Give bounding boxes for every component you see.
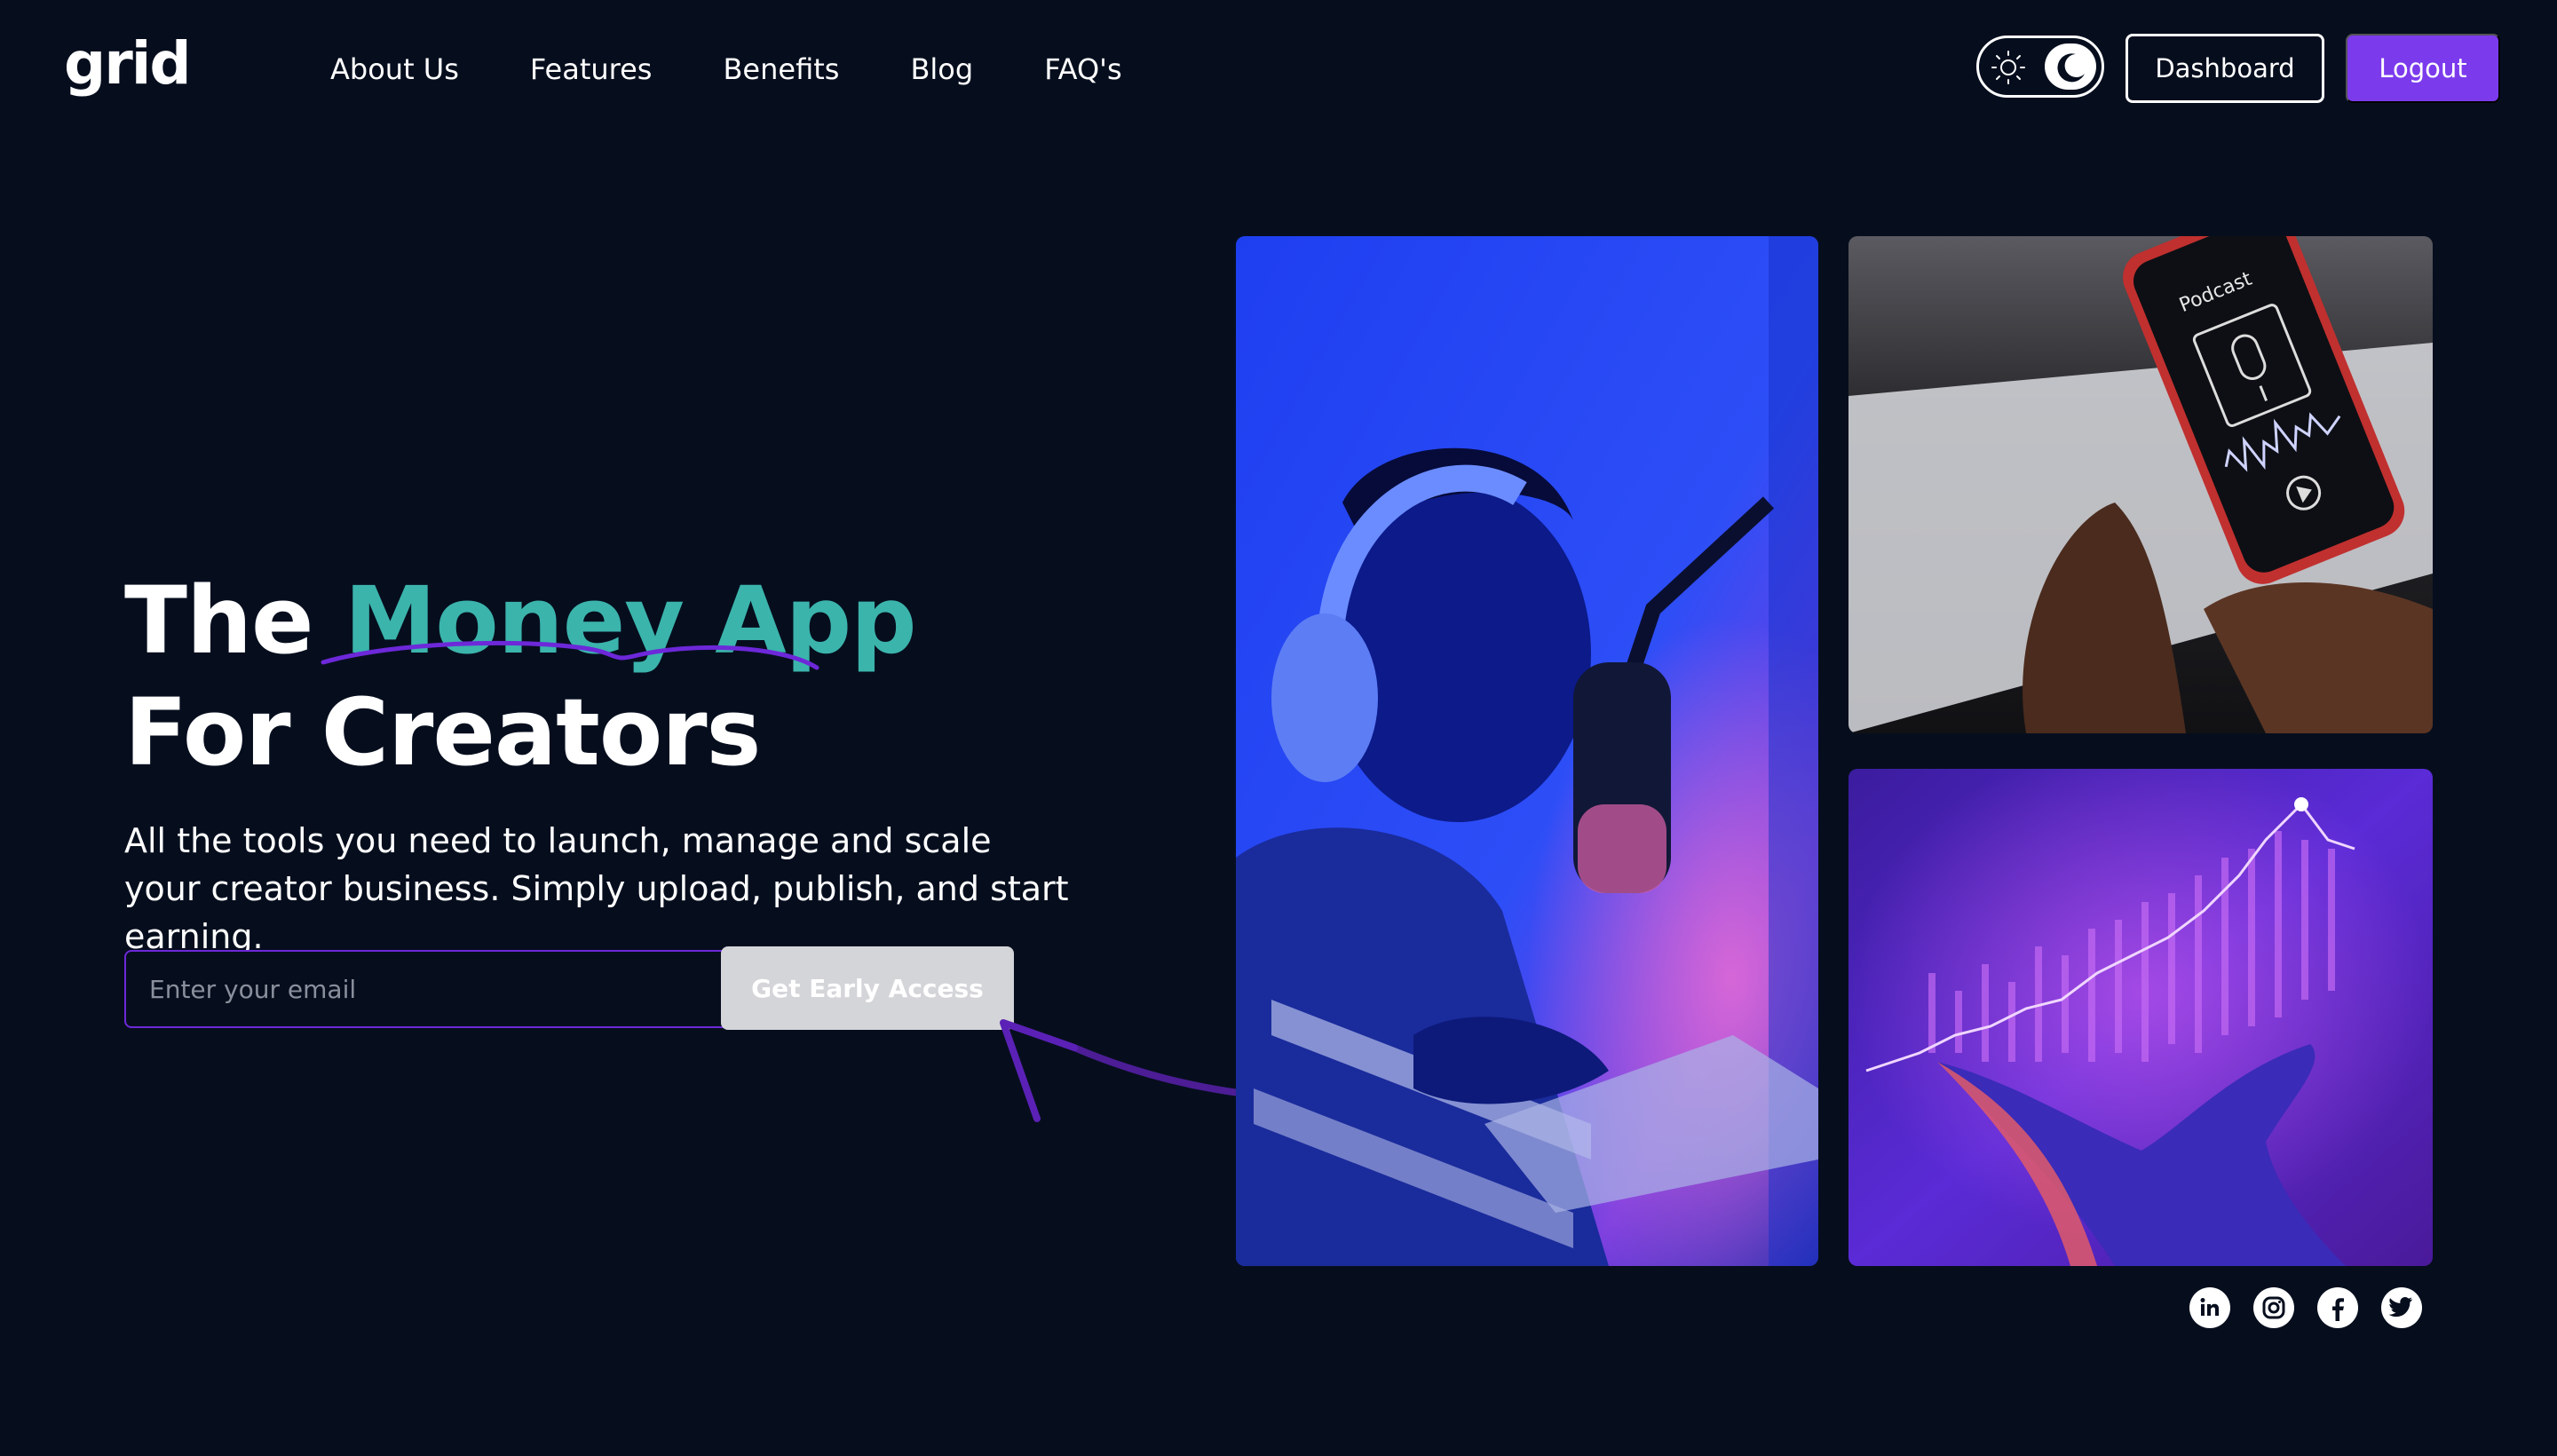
get-early-access-button[interactable]: Get Early Access <box>721 946 1014 1030</box>
linkedin-icon[interactable] <box>2189 1287 2230 1328</box>
instagram-icon[interactable] <box>2253 1287 2294 1328</box>
early-access-form: Get Early Access <box>124 946 1014 1030</box>
hero-title-part1: The <box>124 566 344 675</box>
sun-icon <box>1990 49 2027 86</box>
social-links <box>2189 1287 2445 1328</box>
moon-icon <box>2045 44 2096 90</box>
twitter-icon[interactable] <box>2381 1287 2422 1328</box>
hero-subtitle-line2: your creator business. Simply upload, pu… <box>124 869 1069 956</box>
logout-button[interactable]: Logout <box>2346 34 2500 103</box>
phone-podcast-image: Podcast <box>1848 236 2433 733</box>
nav-blog[interactable]: Blog <box>910 46 973 92</box>
podcaster-image <box>1236 236 1818 1266</box>
nav-about-us[interactable]: About Us <box>330 46 459 92</box>
email-input[interactable] <box>124 950 746 1028</box>
title-underline-decoration <box>321 640 819 670</box>
nav-features[interactable]: Features <box>530 46 653 92</box>
dashboard-button[interactable]: Dashboard <box>2126 34 2324 103</box>
theme-toggle[interactable] <box>1976 36 2104 98</box>
facebook-icon[interactable] <box>2317 1287 2358 1328</box>
hero-subtitle: All the tools you need to launch, manage… <box>124 817 1190 961</box>
nav-faqs[interactable]: FAQ's <box>1044 46 1121 92</box>
main-nav: About Us Features Benefits Blog FAQ's <box>330 46 1193 92</box>
nav-benefits[interactable]: Benefits <box>723 46 839 92</box>
landing-page: grid About Us Features Benefits Blog FAQ… <box>0 0 2557 1456</box>
growth-chart-image <box>1848 769 2433 1266</box>
hero-subtitle-line1: All the tools you need to launch, manage… <box>124 821 992 860</box>
grid-logo[interactable]: grid <box>64 27 192 101</box>
hero-title-line2: For Creators <box>124 678 761 787</box>
